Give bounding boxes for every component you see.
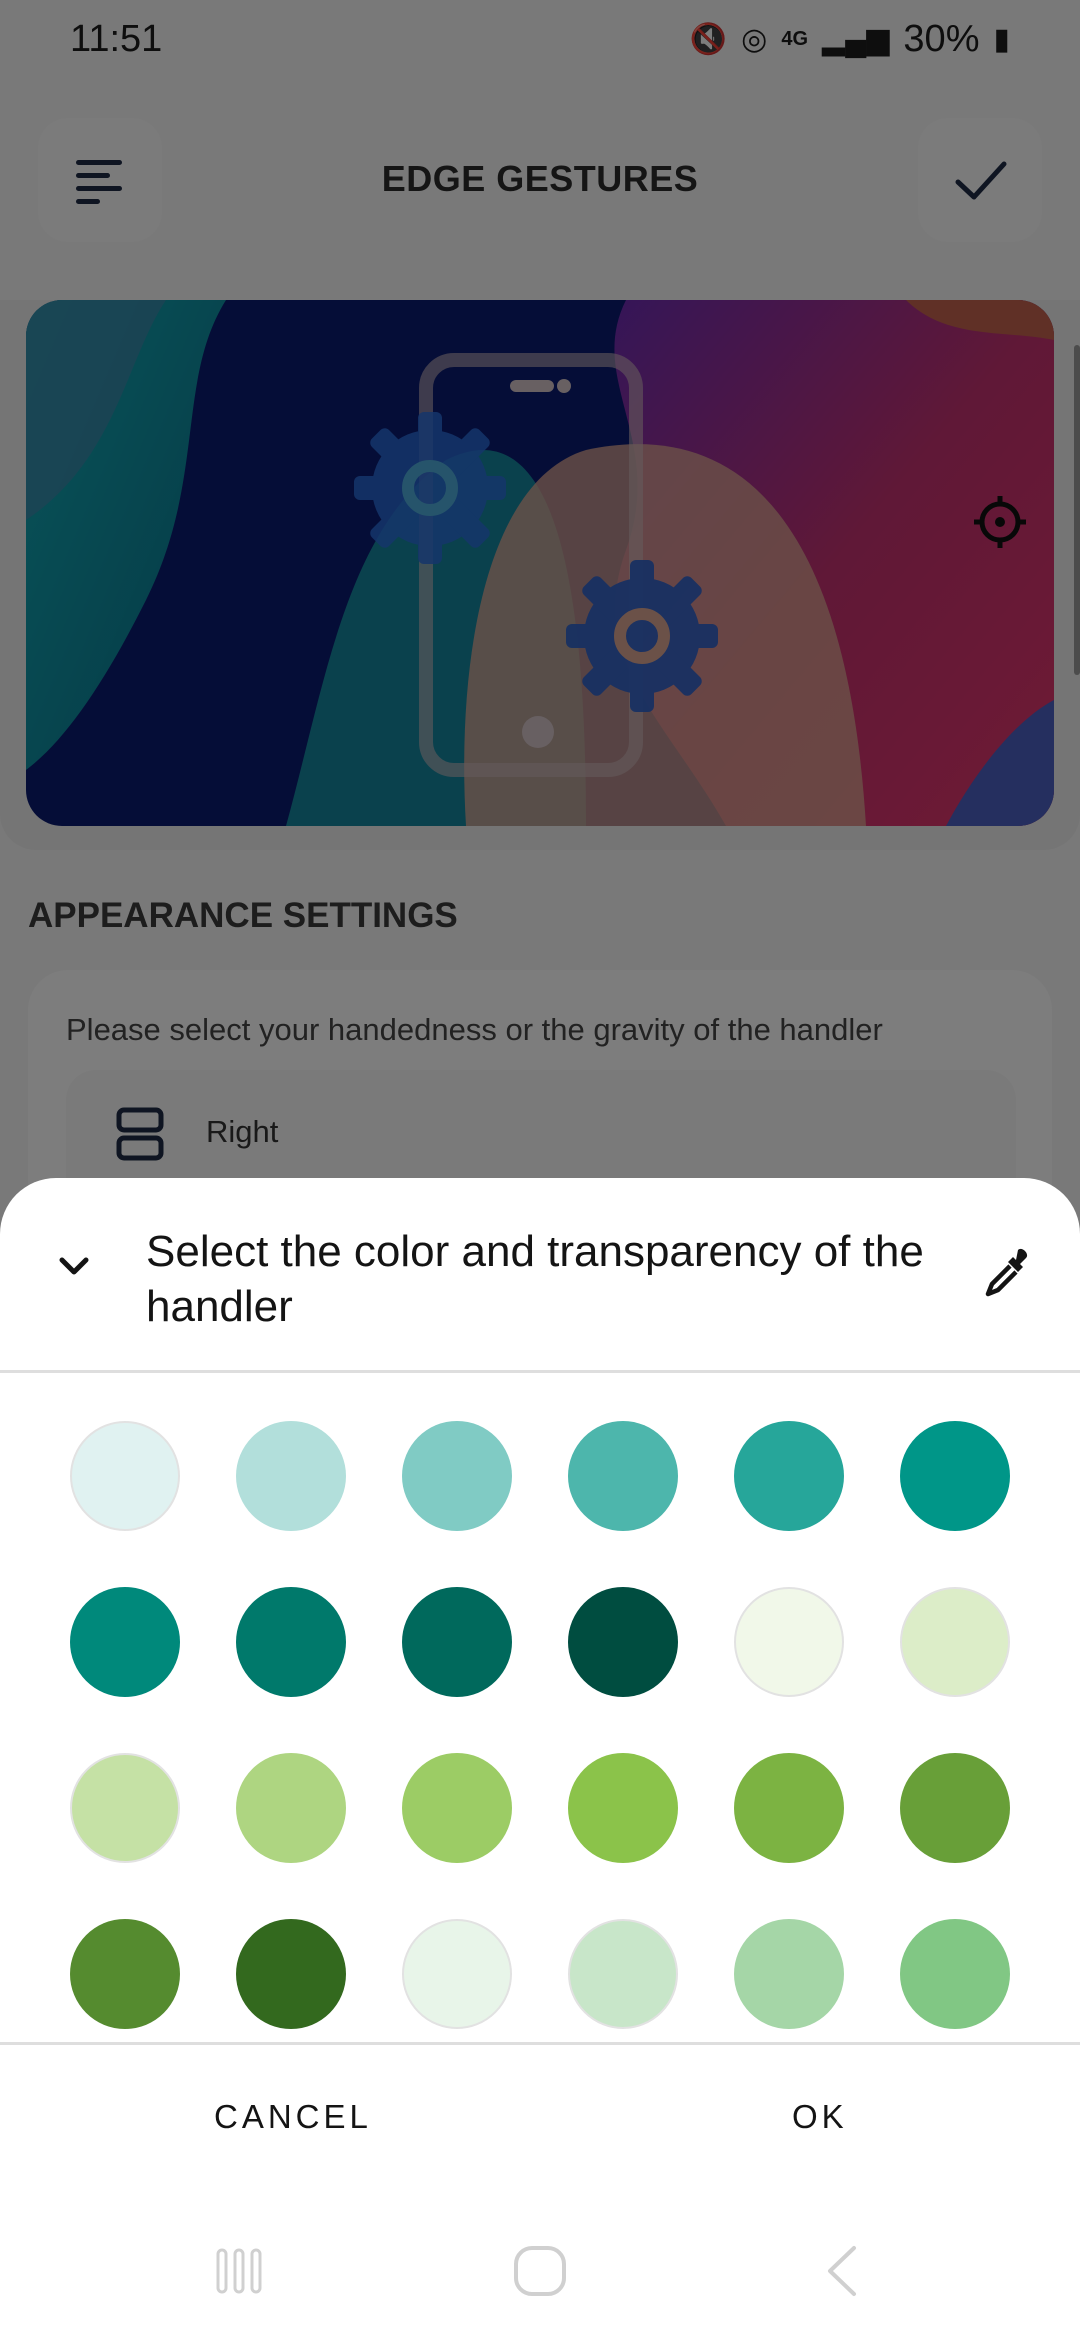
color-picker-sheet: Select the color and transparency of the… [0, 1178, 1080, 2340]
cancel-button[interactable]: CANCEL [214, 2098, 372, 2136]
color-swatch[interactable] [734, 1587, 844, 1697]
color-swatch[interactable] [236, 1587, 346, 1697]
recent-apps-icon[interactable] [214, 2246, 264, 2296]
footer-divider [0, 2042, 1080, 2045]
color-swatch[interactable] [236, 1421, 346, 1531]
color-swatch-grid [0, 1373, 1080, 2220]
sheet-title: Select the color and transparency of the… [146, 1227, 924, 1331]
color-swatch[interactable] [734, 1919, 844, 2029]
color-swatch[interactable] [70, 1919, 180, 2029]
color-swatch[interactable] [568, 1753, 678, 1863]
color-swatch[interactable] [568, 1587, 678, 1697]
color-swatch[interactable] [236, 1919, 346, 2029]
color-swatch[interactable] [402, 1753, 512, 1863]
color-swatch[interactable] [70, 1587, 180, 1697]
color-swatch[interactable] [70, 1753, 180, 1863]
color-swatch[interactable] [568, 1421, 678, 1531]
home-icon[interactable] [512, 2244, 568, 2298]
back-icon[interactable] [822, 2244, 862, 2298]
color-swatch[interactable] [900, 1753, 1010, 1863]
chevron-down-icon [59, 1257, 89, 1275]
color-swatch[interactable] [402, 1421, 512, 1531]
color-swatch[interactable] [236, 1753, 346, 1863]
color-swatch[interactable] [70, 1421, 180, 1531]
collapse-button[interactable] [44, 1236, 104, 1296]
color-swatch[interactable] [900, 1421, 1010, 1531]
eyedropper-button[interactable] [976, 1240, 1040, 1304]
ok-button[interactable]: OK [792, 2098, 848, 2136]
color-swatch[interactable] [568, 1919, 678, 2029]
eyedropper-icon [985, 1248, 1028, 1297]
system-nav-bar [0, 2190, 1080, 2340]
color-swatch[interactable] [734, 1753, 844, 1863]
color-swatch[interactable] [402, 1587, 512, 1697]
color-swatch[interactable] [900, 1587, 1010, 1697]
color-swatch[interactable] [900, 1919, 1010, 2029]
color-swatch[interactable] [402, 1919, 512, 2029]
color-swatch[interactable] [734, 1421, 844, 1531]
